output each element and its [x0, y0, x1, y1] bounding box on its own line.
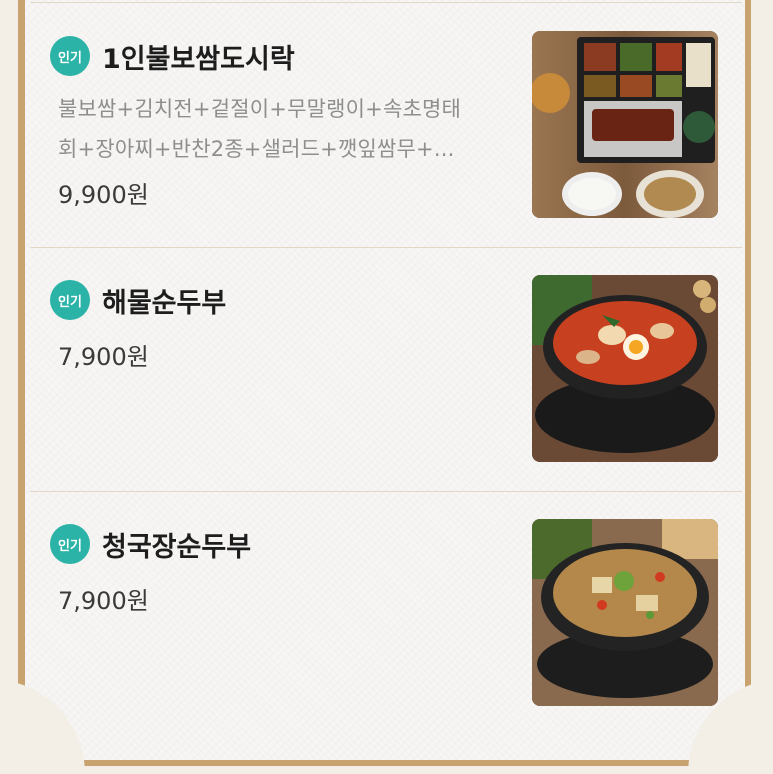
popular-badge: 인기 [50, 524, 90, 564]
menu-item-price: 7,900원 [58, 343, 149, 371]
lunchbox-image [532, 31, 718, 218]
menu-item-name: 1인불보쌈도시락 [102, 44, 295, 75]
seafood-sundubu-photo[interactable] [532, 275, 718, 462]
menu-item-description: 불보쌈+김치전+겉절이+무말랭이+속초명태 회+장아찌+반찬2종+샐러드+깻잎쌈… [58, 89, 514, 169]
menu-item-price: 9,900원 [58, 181, 149, 209]
description-line: 불보쌈+김치전+겉절이+무말랭이+속초명태 [58, 97, 462, 121]
popular-badge: 인기 [50, 36, 90, 76]
lunchbox-photo[interactable] [532, 31, 718, 218]
menu-item-seafood-sundubu[interactable]: 인기 해물순두부 7,900원 [30, 247, 742, 492]
menu-item-price: 7,900원 [58, 587, 149, 615]
cheonggukjang-sundubu-photo[interactable] [532, 519, 718, 706]
menu-item-lunchbox[interactable]: 인기 1인불보쌈도시락 불보쌈+김치전+겉절이+무말랭이+속초명태 회+장아찌+… [30, 3, 742, 248]
popular-badge: 인기 [50, 280, 90, 320]
cheonggukjang-sundubu-image [532, 519, 718, 706]
description-line: 회+장아찌+반찬2종+샐러드+깻잎쌈무+... [58, 137, 455, 161]
menu-item-name: 청국장순두부 [102, 532, 252, 563]
menu-item-name: 해물순두부 [102, 288, 227, 319]
menu-item-cheonggukjang-sundubu[interactable]: 인기 청국장순두부 7,900원 [30, 491, 742, 735]
seafood-sundubu-image [532, 275, 718, 462]
